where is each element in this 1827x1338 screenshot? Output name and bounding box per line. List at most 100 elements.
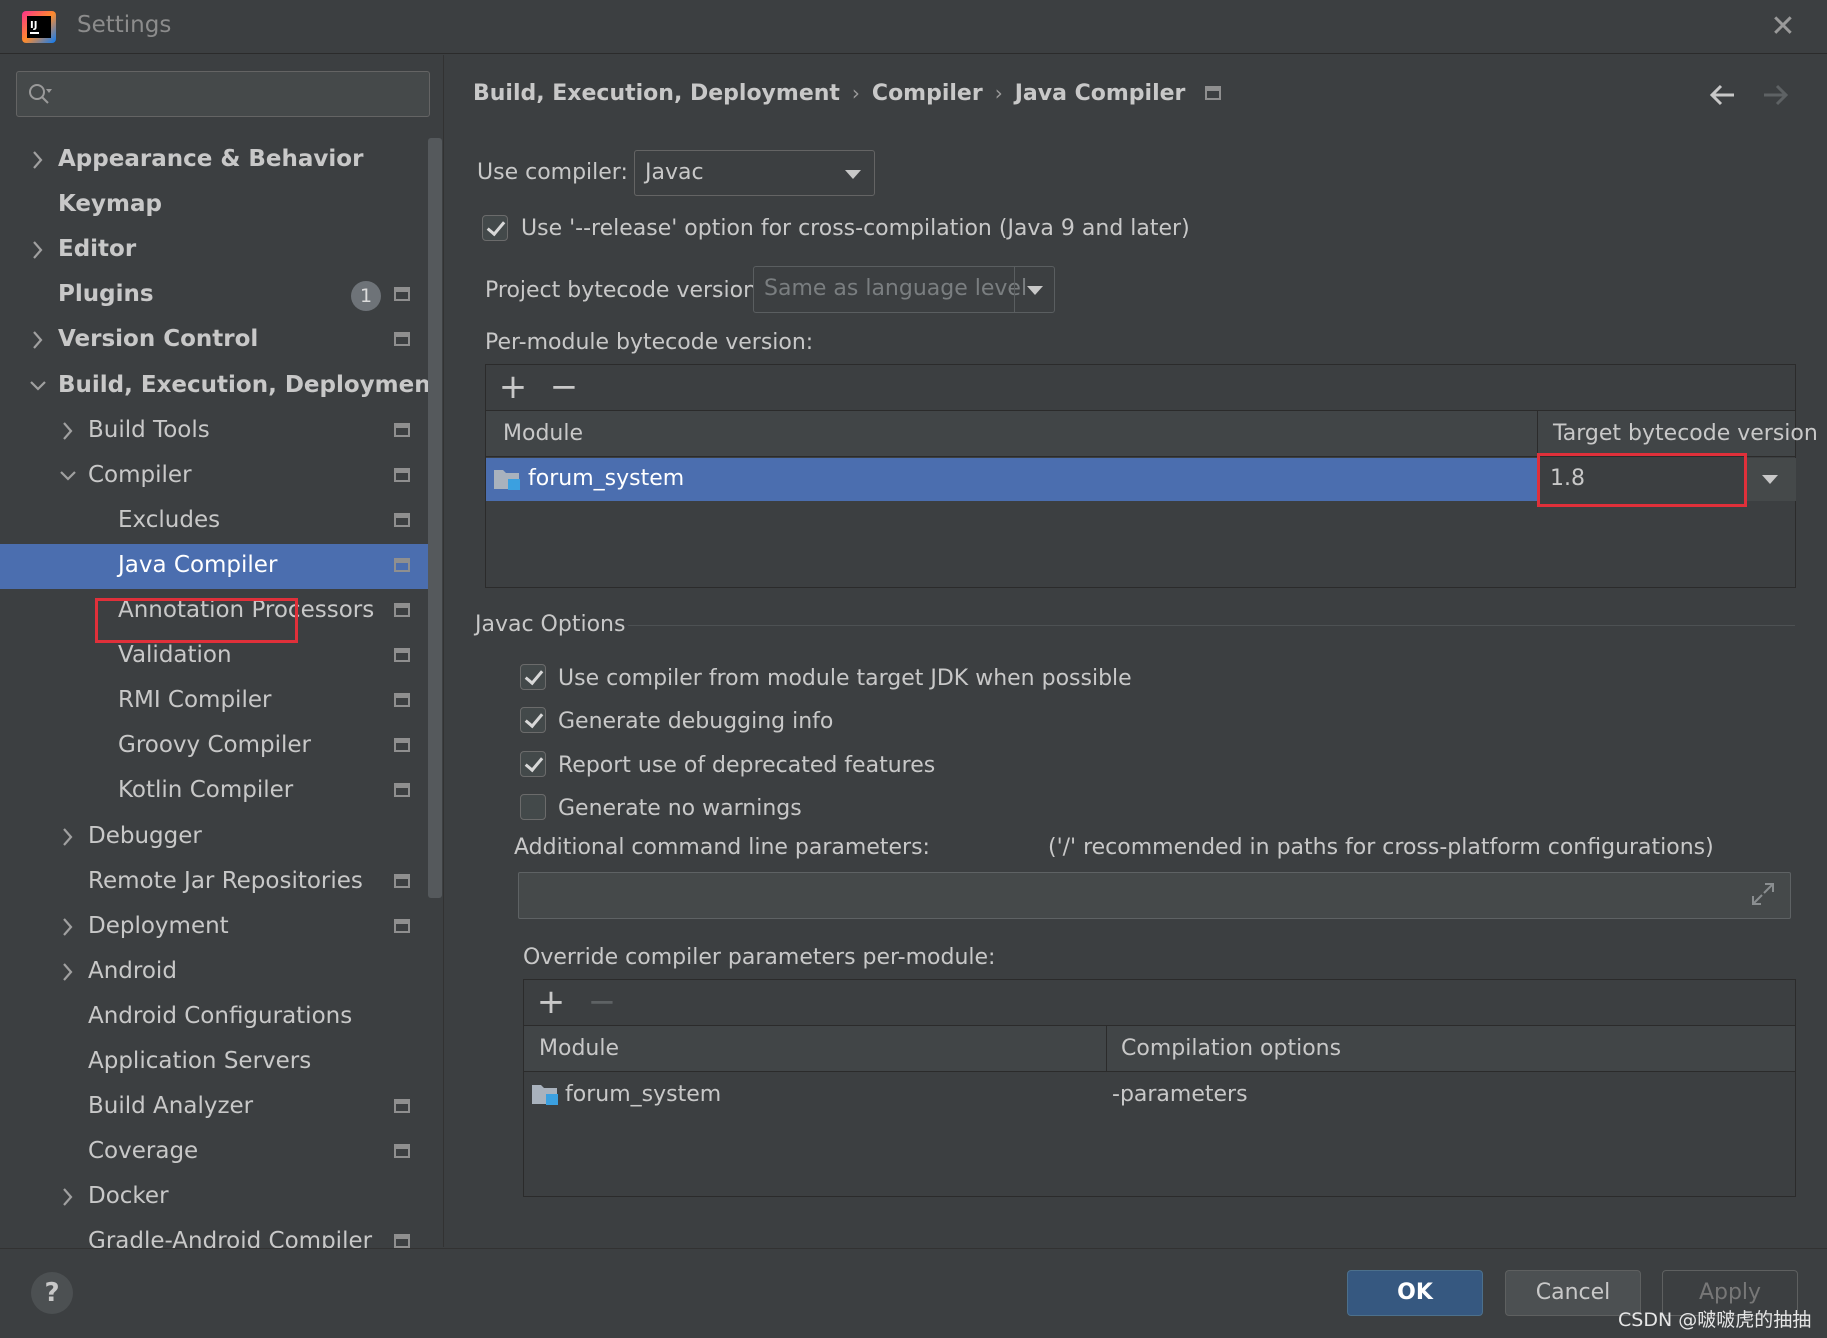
chevron-right-icon[interactable] [58,1186,78,1208]
sidebar-item-version-control[interactable]: Version Control [0,318,428,363]
sidebar-item-plugins[interactable]: Plugins 1 [0,273,428,318]
chevron-down-icon [1762,475,1778,484]
chevron-right-icon[interactable] [28,329,48,351]
intellij-logo-icon: IJ [22,11,56,43]
per-module-table-header: Module Target bytecode version [486,411,1818,457]
chevron-down-icon[interactable] [58,465,78,487]
chevron-right-icon[interactable] [58,826,78,848]
module-settings-icon [394,693,410,707]
option-checkbox-no-warnings[interactable] [520,794,546,820]
expand-icon[interactable] [1748,879,1778,909]
compilation-options-cell[interactable]: -parameters [1112,1082,1248,1107]
use-compiler-value: Javac [645,160,704,185]
chevron-right-icon[interactable] [28,149,48,171]
target-bytecode-dropdown-button[interactable] [1744,458,1796,501]
watermark: CSDN @啵啵虎的抽抽 [1618,1309,1812,1331]
sidebar-item-build-analyzer[interactable]: Build Analyzer [0,1085,428,1130]
sidebar-item-compiler[interactable]: Compiler [0,454,428,499]
sidebar-item-android[interactable]: Android [0,950,428,995]
chevron-down-icon[interactable] [28,375,48,397]
sidebar-item-build-tools[interactable]: Build Tools [0,409,428,454]
chevron-right-icon[interactable] [58,916,78,938]
add-override-button[interactable]: + [534,985,568,1020]
sidebar-item-rmi-compiler[interactable]: RMI Compiler [0,679,428,724]
module-settings-icon [394,738,410,752]
sidebar-item-android-configurations[interactable]: Android Configurations [0,995,428,1040]
sidebar-item-debugger[interactable]: Debugger [0,815,428,860]
sidebar-item-label: Build Analyzer [88,1093,254,1119]
sidebar-item-label: Deployment [88,913,229,939]
remove-module-button[interactable]: − [547,370,581,405]
override-toolbar: + − [524,980,1795,1026]
chevron-right-icon[interactable] [58,420,78,442]
table-row[interactable]: forum_system -parameters [524,1073,1795,1117]
column-header-module[interactable]: Module [503,421,583,446]
help-icon[interactable]: ? [31,1272,73,1314]
release-option-checkbox[interactable] [482,215,508,241]
module-name-cell: forum_system [565,1082,722,1107]
search-input[interactable] [16,71,430,117]
option-label-deprecated: Report use of deprecated features [558,753,936,778]
column-header-target-bytecode[interactable]: Target bytecode version [1553,421,1818,446]
per-module-toolbar: + − [486,365,1795,411]
sidebar-item-editor[interactable]: Editor [0,228,428,273]
sidebar-item-label: Appearance & Behavior [58,146,364,172]
breadcrumb-item-build[interactable]: Build, Execution, Deployment [473,81,840,106]
sidebar-item-label: Keymap [58,191,162,217]
module-name-cell: forum_system [528,466,685,491]
additional-params-label: Additional command line parameters: [514,835,930,860]
sidebar-item-application-servers[interactable]: Application Servers [0,1040,428,1085]
option-checkbox-debug-info[interactable] [520,707,546,733]
table-row[interactable]: forum_system [486,458,1537,501]
sidebar-item-kotlin-compiler[interactable]: Kotlin Compiler [0,769,428,814]
sidebar-item-label: Docker [88,1183,169,1209]
per-module-table: + − Module Target bytecode version forum… [485,364,1818,588]
module-settings-icon [394,1144,410,1158]
sidebar-item-groovy-compiler[interactable]: Groovy Compiler [0,724,428,769]
sidebar-item-label: Kotlin Compiler [118,777,294,803]
additional-params-input[interactable] [518,872,1791,919]
breadcrumb-item-compiler[interactable]: Compiler [872,81,983,106]
option-checkbox-deprecated[interactable] [520,751,546,777]
folder-module-icon [494,470,520,490]
section-divider [628,625,1795,626]
sidebar-item-label: Debugger [88,823,202,849]
sidebar-item-coverage[interactable]: Coverage [0,1130,428,1175]
use-compiler-select[interactable]: Javac [634,150,875,196]
sidebar-item-keymap[interactable]: Keymap [0,183,428,228]
sidebar-item-remote-jar-repositories[interactable]: Remote Jar Repositories [0,860,428,905]
module-settings-icon [394,874,410,888]
column-separator[interactable] [1106,1026,1107,1072]
ok-button[interactable]: OK [1347,1270,1483,1316]
module-settings-icon [394,468,410,482]
chevron-right-icon[interactable] [58,961,78,983]
add-module-button[interactable]: + [496,370,530,405]
project-bytecode-select[interactable]: Same as language level [753,266,1055,313]
target-bytecode-highlight-box [1537,453,1747,507]
sidebar-item-label: Build Tools [88,417,210,443]
column-header-module[interactable]: Module [539,1036,619,1061]
sidebar-item-java-compiler[interactable]: Java Compiler [0,544,428,589]
module-settings-icon [394,648,410,662]
close-icon[interactable]: ✕ [1766,10,1800,44]
sidebar-item-build-execution-deployment[interactable]: Build, Execution, Deployment [0,364,442,409]
breadcrumb: Build, Execution, Deployment › Compiler › Ja… [473,80,1222,110]
column-header-compilation-options[interactable]: Compilation options [1121,1036,1341,1061]
sidebar-item-excludes[interactable]: Excludes [0,499,428,544]
sidebar-item-label: Excludes [118,507,221,533]
back-arrow-icon[interactable] [1706,78,1740,112]
column-separator[interactable] [1537,411,1538,457]
remove-override-button[interactable]: − [585,985,619,1020]
sidebar-item-docker[interactable]: Docker [0,1175,428,1220]
sidebar-scrollbar[interactable] [428,138,442,898]
sidebar-item-label: Build, Execution, Deployment [58,372,442,398]
option-label-debug-info: Generate debugging info [558,709,834,734]
chevron-right-icon[interactable] [28,239,48,261]
option-checkbox-use-target-jdk[interactable] [520,664,546,690]
override-label: Override compiler parameters per-module: [523,945,996,970]
forward-arrow-icon[interactable] [1758,78,1792,112]
sidebar-item-appearance-behavior[interactable]: Appearance & Behavior [0,138,428,183]
module-settings-icon [394,332,410,346]
sidebar-item-deployment[interactable]: Deployment [0,905,428,950]
module-settings-icon [394,1234,410,1248]
